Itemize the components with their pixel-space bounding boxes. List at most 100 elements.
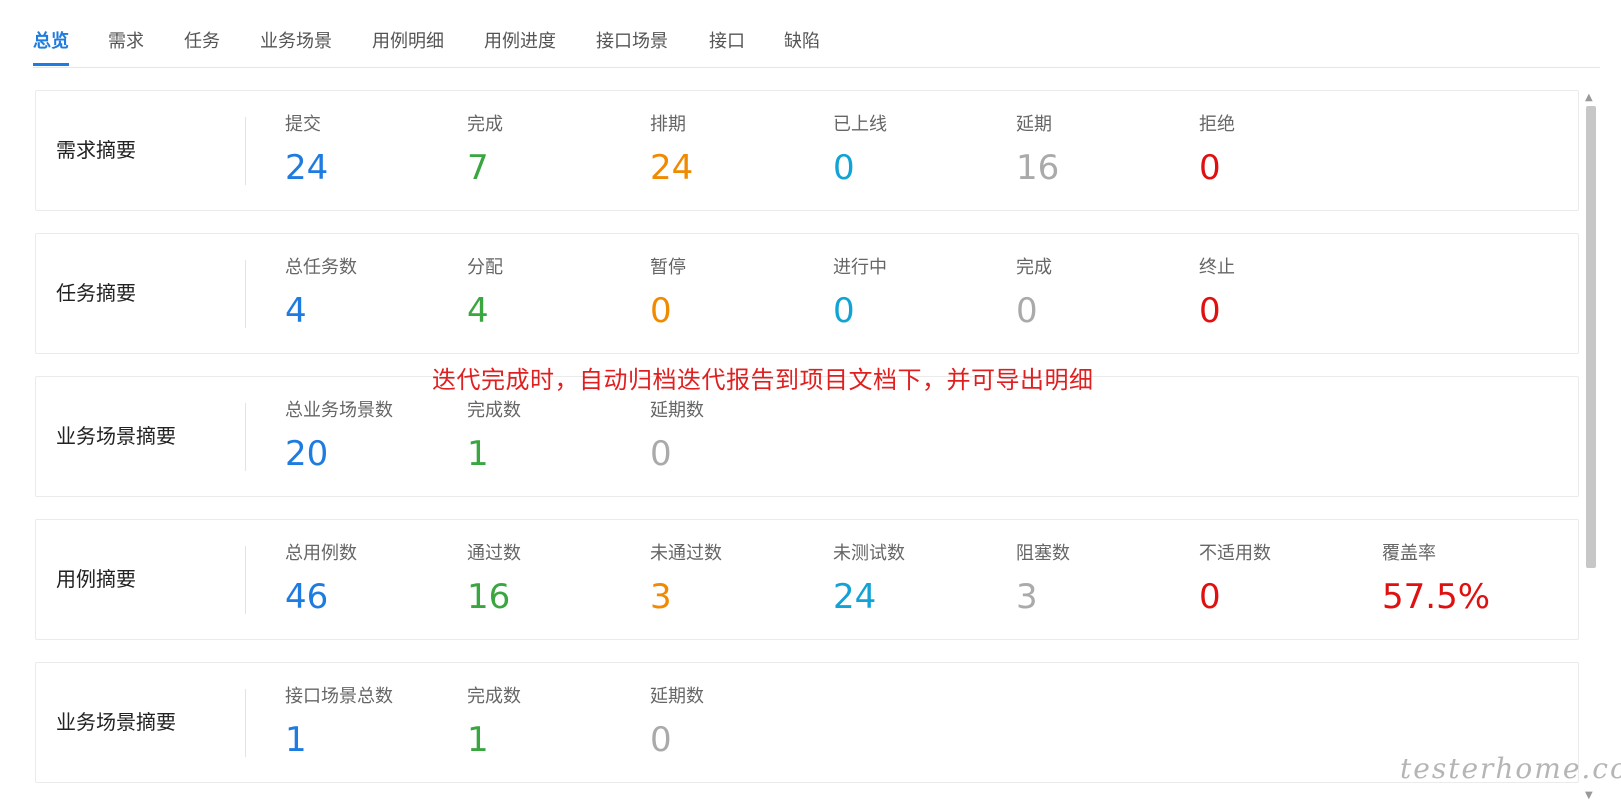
stat-label: 暂停 — [650, 257, 686, 278]
stat-value[interactable]: 0 — [1199, 290, 1235, 332]
stat-item: 延期数 0 — [650, 685, 704, 761]
stat-item: 进行中 0 — [833, 256, 887, 332]
scroll-down-arrow-icon[interactable]: ▼ — [1585, 790, 1593, 801]
tab-case-details[interactable]: 用例明细 — [372, 30, 444, 64]
test-case-summary-card: 用例摘要 总用例数 46 通过数 16 未通过数 3 未测试数 24 阻塞数 3… — [35, 519, 1579, 640]
stat-value[interactable]: 4 — [285, 290, 357, 332]
card-title: 用例摘要 — [56, 567, 136, 591]
tab-api-scenarios[interactable]: 接口场景 — [596, 30, 668, 64]
card-title: 业务场景摘要 — [56, 710, 176, 734]
stat-value[interactable]: 0 — [1016, 290, 1052, 332]
stat-item: 未测试数 24 — [833, 542, 905, 618]
divider — [245, 117, 246, 185]
stat-value[interactable]: 24 — [650, 147, 693, 189]
stat-item: 延期数 0 — [650, 399, 704, 475]
stat-item: 暂停 0 — [650, 256, 686, 332]
stat-label: 排期 — [650, 114, 686, 135]
tab-overview[interactable]: 总览 — [33, 30, 69, 66]
stat-item: 总业务场景数 20 — [285, 399, 393, 475]
stat-item: 阻塞数 3 — [1016, 542, 1070, 618]
stat-item: 完成 0 — [1016, 256, 1052, 332]
stat-item: 排期 24 — [650, 113, 693, 189]
stat-item: 通过数 16 — [467, 542, 521, 618]
requirement-summary-card: 需求摘要 提交 24 完成 7 排期 24 已上线 0 延期 16 拒绝 0 — [35, 90, 1579, 211]
tab-apis[interactable]: 接口 — [709, 30, 745, 64]
stat-label: 完成 — [1016, 257, 1052, 278]
stat-label: 拒绝 — [1199, 114, 1235, 135]
stat-item: 未通过数 3 — [650, 542, 722, 618]
tab-case-progress[interactable]: 用例进度 — [484, 30, 556, 64]
stat-item: 延期 16 — [1016, 113, 1059, 189]
stat-value[interactable]: 24 — [833, 576, 905, 618]
stat-label: 完成数 — [467, 400, 521, 421]
stat-value[interactable]: 0 — [833, 147, 887, 189]
divider — [245, 260, 246, 328]
stat-value[interactable]: 3 — [1016, 576, 1070, 618]
divider — [245, 403, 246, 471]
stat-value[interactable]: 20 — [285, 433, 393, 475]
card-title: 需求摘要 — [56, 138, 136, 162]
stat-label: 完成数 — [467, 686, 521, 707]
stat-item: 已上线 0 — [833, 113, 887, 189]
stat-label: 延期数 — [650, 400, 704, 421]
stat-value[interactable]: 24 — [285, 147, 328, 189]
stat-label: 延期数 — [650, 686, 704, 707]
stat-value[interactable]: 46 — [285, 576, 357, 618]
tab-requirements[interactable]: 需求 — [108, 30, 144, 64]
stat-item: 分配 4 — [467, 256, 503, 332]
stat-item: 拒绝 0 — [1199, 113, 1235, 189]
stat-value[interactable]: 4 — [467, 290, 503, 332]
stat-item: 提交 24 — [285, 113, 328, 189]
stat-value[interactable]: 0 — [1199, 147, 1235, 189]
tab-defects[interactable]: 缺陷 — [784, 30, 820, 64]
tab-business-scenarios[interactable]: 业务场景 — [260, 30, 332, 64]
stat-label: 完成 — [467, 114, 503, 135]
scrollbar-thumb[interactable] — [1586, 106, 1596, 568]
stat-value[interactable]: 0 — [1199, 576, 1271, 618]
stat-value[interactable]: 16 — [467, 576, 521, 618]
stat-item: 接口场景总数 1 — [285, 685, 393, 761]
stat-value[interactable]: 0 — [650, 290, 686, 332]
stat-item: 总任务数 4 — [285, 256, 357, 332]
stat-item: 终止 0 — [1199, 256, 1235, 332]
stat-label: 未通过数 — [650, 543, 722, 564]
stat-item: 完成数 1 — [467, 685, 521, 761]
stat-item: 完成 7 — [467, 113, 503, 189]
scroll-up-arrow-icon[interactable]: ▲ — [1585, 92, 1593, 103]
divider — [245, 689, 246, 757]
stat-value[interactable]: 3 — [650, 576, 722, 618]
stat-value[interactable]: 57.5% — [1382, 576, 1490, 618]
stat-label: 接口场景总数 — [285, 686, 393, 707]
stat-item: 不适用数 0 — [1199, 542, 1271, 618]
stat-label: 提交 — [285, 114, 321, 135]
stat-label: 阻塞数 — [1016, 543, 1070, 564]
card-title: 业务场景摘要 — [56, 424, 176, 448]
stat-value[interactable]: 0 — [833, 290, 887, 332]
tab-tasks[interactable]: 任务 — [184, 30, 220, 64]
api-scenario-summary-card: 业务场景摘要 接口场景总数 1 完成数 1 延期数 0 — [35, 662, 1579, 783]
stat-label: 不适用数 — [1199, 543, 1271, 564]
stat-label: 总任务数 — [285, 257, 357, 278]
overview-content: 需求摘要 提交 24 完成 7 排期 24 已上线 0 延期 16 拒绝 0 任… — [0, 67, 1621, 803]
stat-label: 进行中 — [833, 257, 887, 278]
stat-value[interactable]: 1 — [467, 433, 521, 475]
stat-value[interactable]: 16 — [1016, 147, 1059, 189]
stat-value[interactable]: 1 — [467, 719, 521, 761]
stat-value[interactable]: 0 — [650, 433, 704, 475]
stat-item: 覆盖率 57.5% — [1382, 542, 1490, 618]
tab-bar: 总览 需求 任务 业务场景 用例明细 用例进度 接口场景 接口 缺陷 — [33, 0, 1600, 68]
stat-label: 总业务场景数 — [285, 400, 393, 421]
card-title: 任务摘要 — [56, 281, 136, 305]
stat-label: 总用例数 — [285, 543, 357, 564]
watermark: testerhome.com — [1400, 752, 1621, 785]
stat-value[interactable]: 1 — [285, 719, 393, 761]
stat-item: 总用例数 46 — [285, 542, 357, 618]
stat-value[interactable]: 7 — [467, 147, 503, 189]
stat-label: 延期 — [1016, 114, 1052, 135]
stat-item: 完成数 1 — [467, 399, 521, 475]
divider — [245, 546, 246, 614]
stat-label: 覆盖率 — [1382, 543, 1436, 564]
stat-label: 已上线 — [833, 114, 887, 135]
stat-label: 分配 — [467, 257, 503, 278]
stat-value[interactable]: 0 — [650, 719, 704, 761]
